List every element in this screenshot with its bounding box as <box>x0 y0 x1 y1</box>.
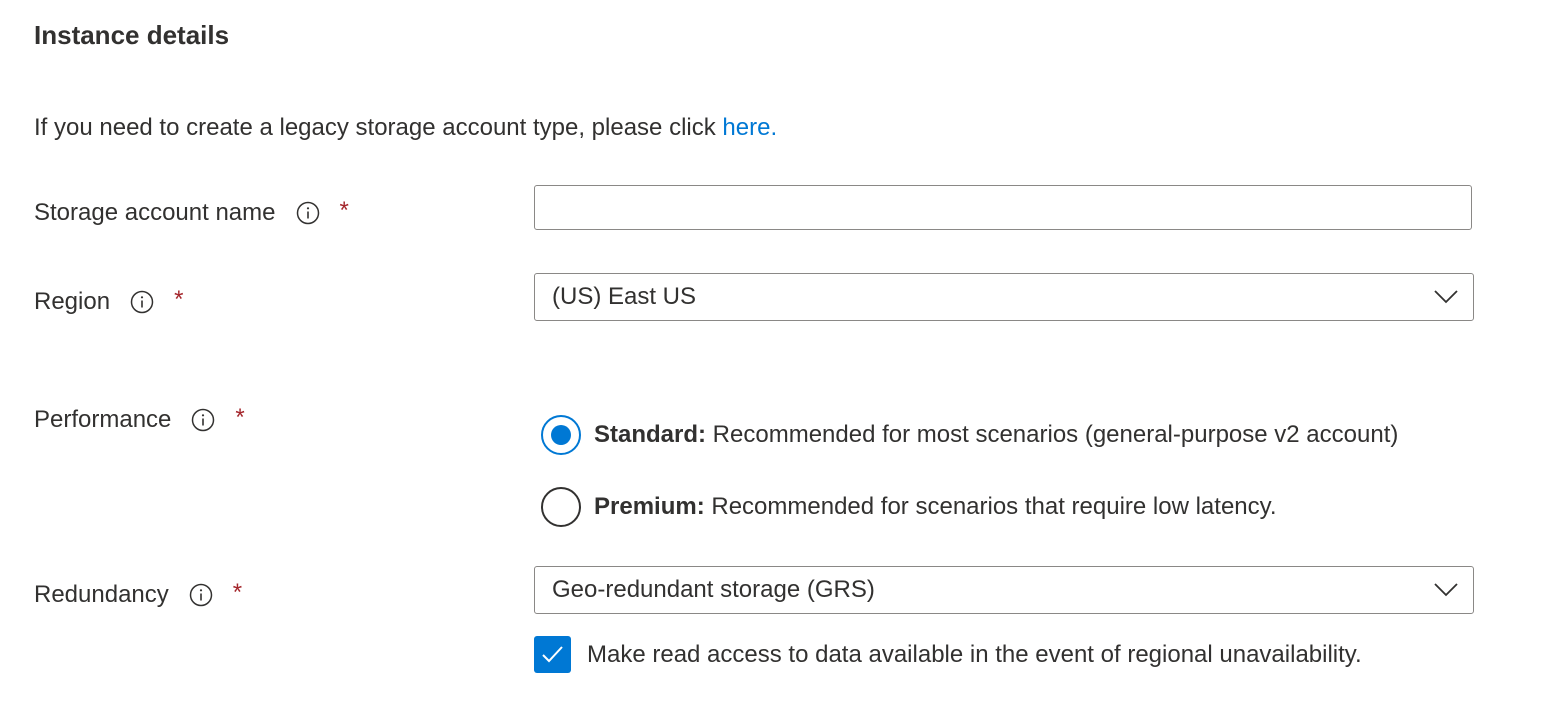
radio-label-premium: Premium: Recommended for scenarios that … <box>594 491 1277 523</box>
read-access-checkbox[interactable] <box>534 636 571 673</box>
radio-button-standard[interactable] <box>541 415 581 455</box>
info-icon[interactable] <box>130 290 154 314</box>
region-label-group: Region * <box>34 286 183 318</box>
read-access-checkbox-label: Make read access to data available in th… <box>587 640 1362 668</box>
storage-account-name-label: Storage account name <box>34 199 276 226</box>
read-access-checkbox-row[interactable]: Make read access to data available in th… <box>534 636 1362 673</box>
legacy-account-notice-text: If you need to create a legacy storage a… <box>34 114 723 141</box>
checkmark-icon <box>542 646 563 663</box>
required-marker: * <box>174 286 184 313</box>
info-icon[interactable] <box>191 408 215 432</box>
required-marker: * <box>232 579 243 606</box>
radio-button-premium[interactable] <box>541 487 581 527</box>
chevron-down-icon <box>1434 290 1458 304</box>
radio-label-standard: Standard: Recommended for most scenarios… <box>594 419 1398 451</box>
performance-label: Performance <box>34 406 172 433</box>
required-marker: * <box>235 404 245 431</box>
radio-title-premium: Premium: <box>594 493 705 520</box>
performance-option-premium[interactable]: Premium: Recommended for scenarios that … <box>541 487 1277 527</box>
info-icon[interactable] <box>189 583 213 607</box>
redundancy-label-group: Redundancy * <box>34 579 242 611</box>
region-selected-value: (US) East US <box>552 283 697 310</box>
performance-option-standard[interactable]: Standard: Recommended for most scenarios… <box>541 415 1398 455</box>
storage-account-name-label-group: Storage account name * <box>34 197 349 229</box>
redundancy-dropdown[interactable]: Geo-redundant storage (GRS) <box>534 566 1474 614</box>
section-title: Instance details <box>34 20 230 50</box>
legacy-account-notice: If you need to create a legacy storage a… <box>34 112 777 144</box>
region-label: Region <box>34 288 111 315</box>
region-dropdown[interactable]: (US) East US <box>534 273 1474 321</box>
storage-account-name-input[interactable] <box>534 185 1472 230</box>
info-icon[interactable] <box>296 201 320 225</box>
required-marker: * <box>339 197 349 224</box>
redundancy-selected-value: Geo-redundant storage (GRS) <box>552 576 875 603</box>
chevron-down-icon <box>1434 583 1458 597</box>
performance-label-group: Performance * <box>34 404 245 436</box>
legacy-account-link[interactable]: here. <box>722 114 777 141</box>
radio-description-standard: Recommended for most scenarios (general-… <box>706 421 1399 448</box>
radio-selected-dot <box>551 425 571 445</box>
radio-description-premium: Recommended for scenarios that require l… <box>704 493 1277 520</box>
redundancy-label: Redundancy <box>34 581 169 608</box>
radio-title-standard: Standard: <box>594 421 707 448</box>
